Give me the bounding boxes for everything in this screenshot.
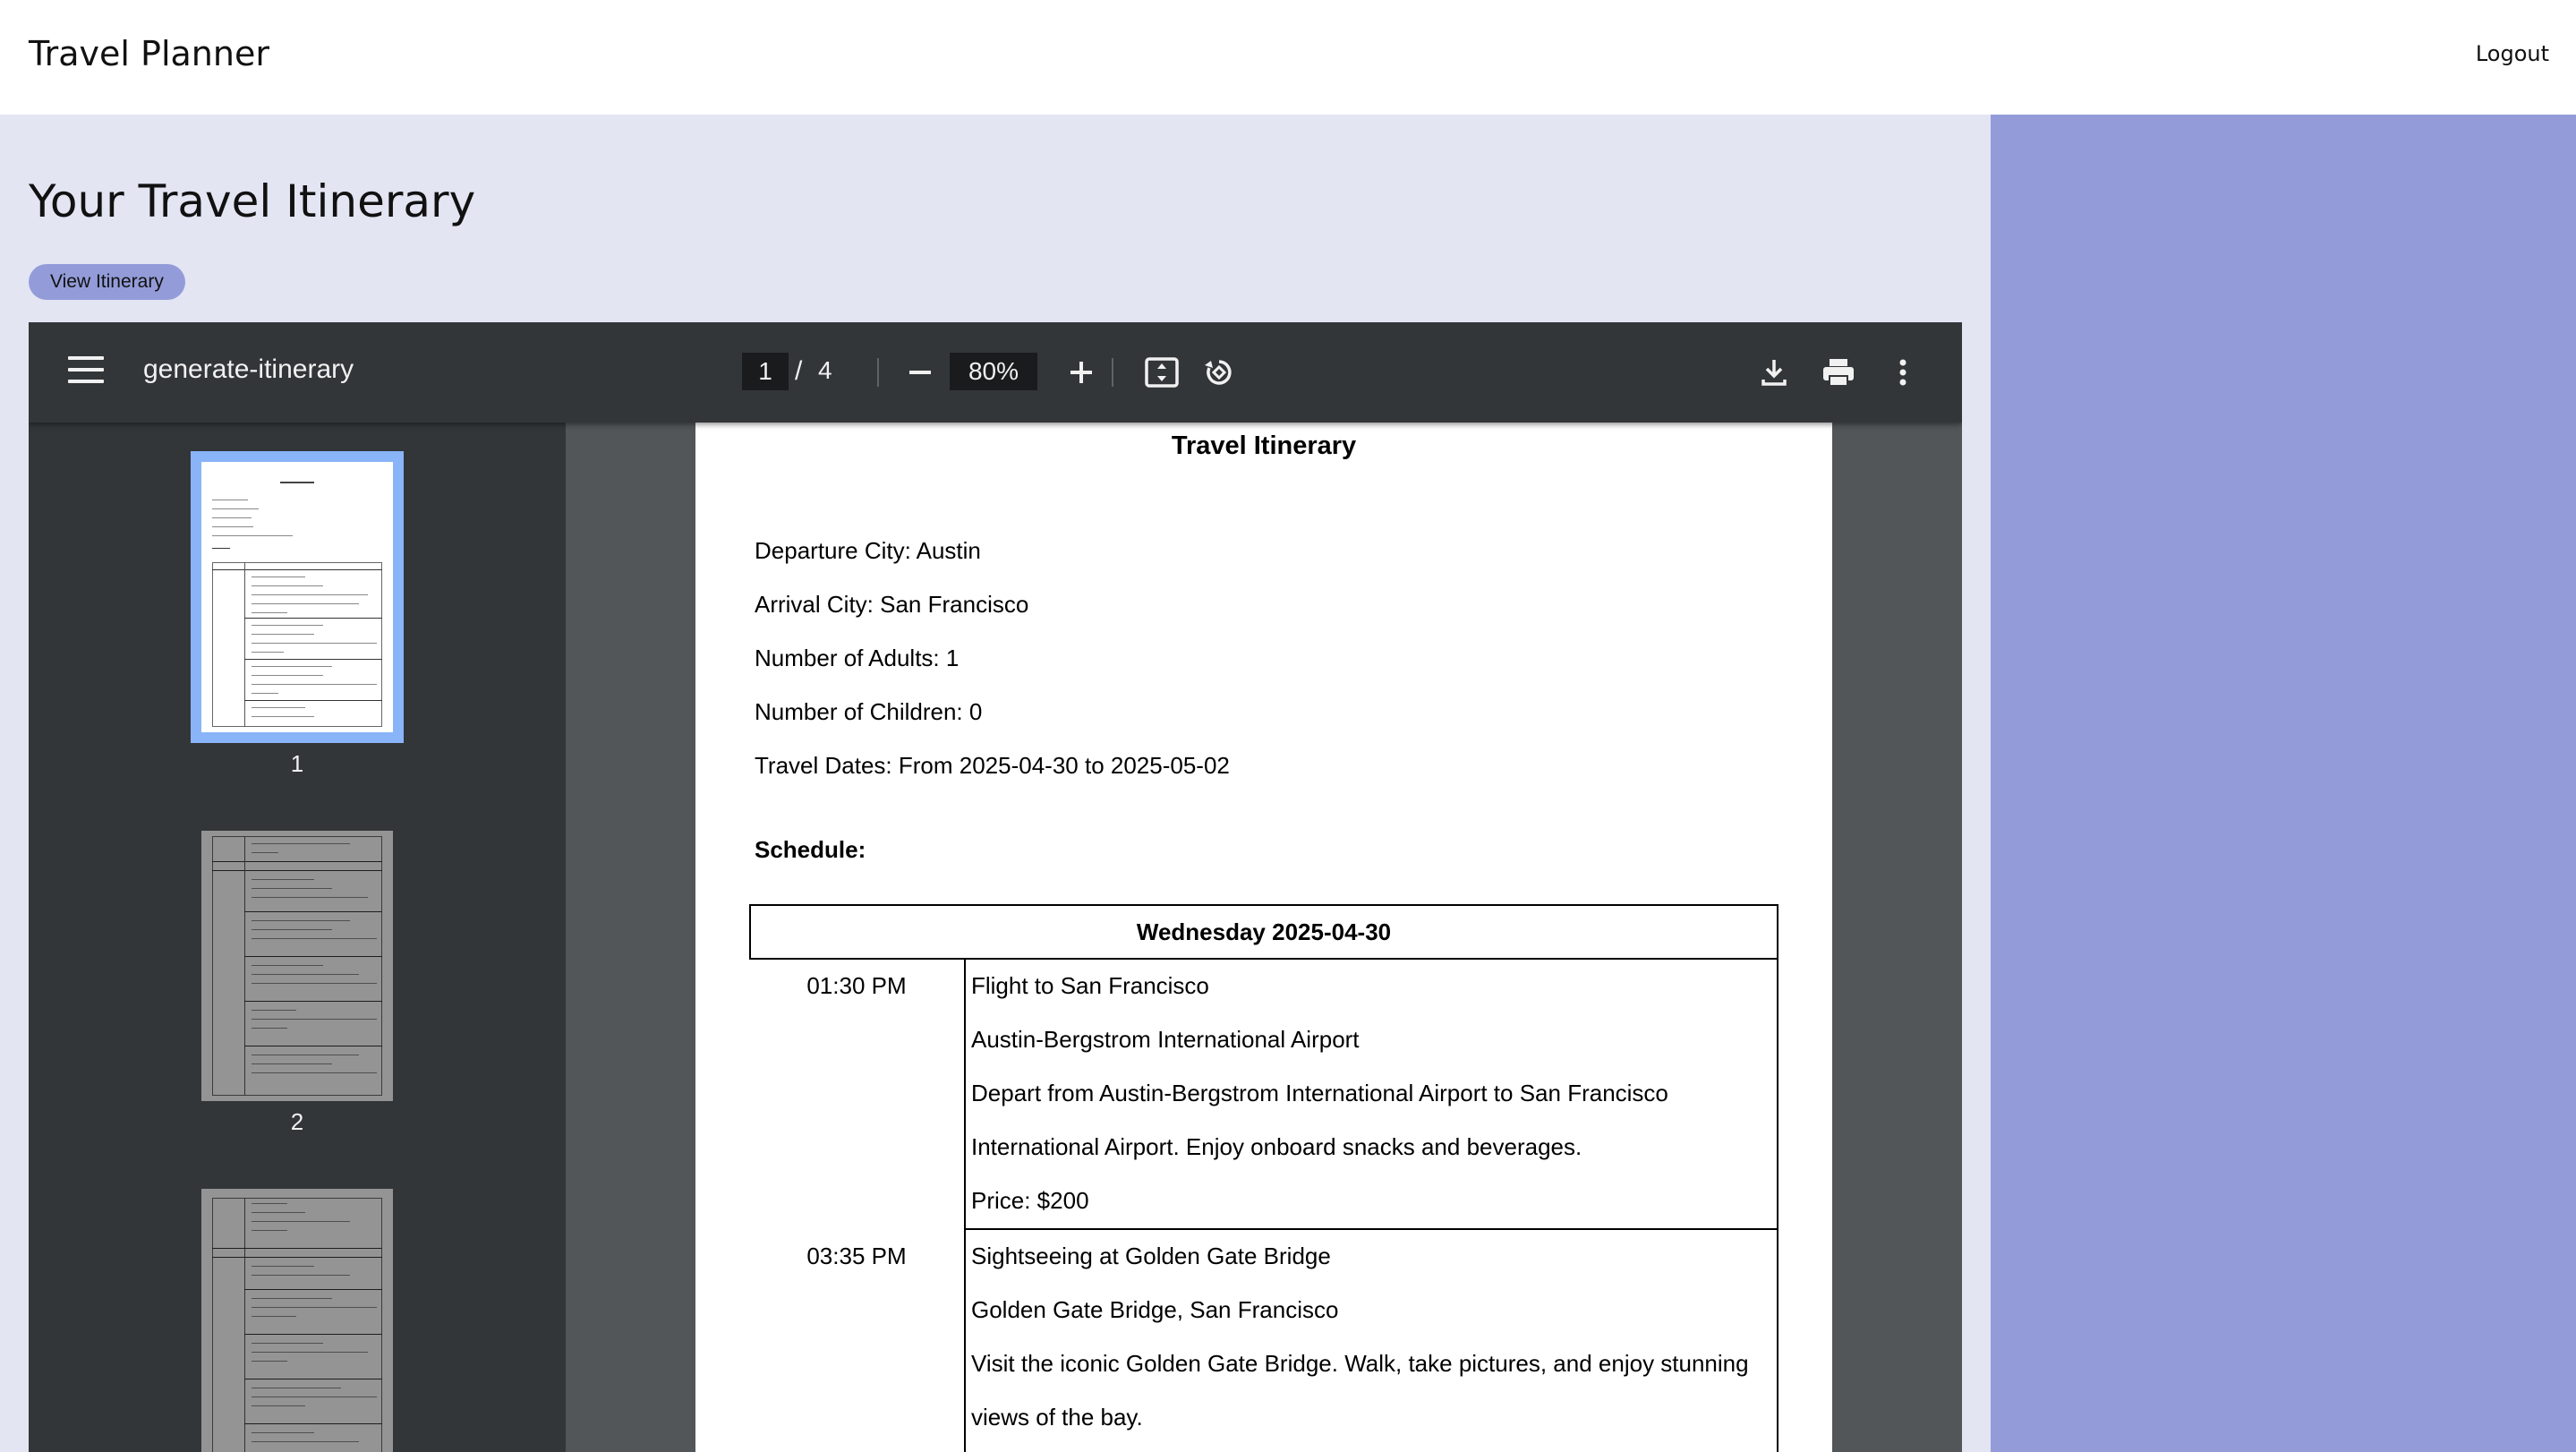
page-thumbnail[interactable]: [201, 831, 393, 1101]
zoom-out-icon[interactable]: [899, 351, 942, 394]
zoom-in-icon[interactable]: [1060, 351, 1103, 394]
thumbnail-page-number: 1: [290, 750, 304, 777]
activity-time: 01:30 PM: [806, 972, 907, 999]
activity-description: International Airport. Enjoy onboard sna…: [971, 1133, 1582, 1160]
toolbar-divider: [877, 358, 879, 387]
rotate-icon[interactable]: [1196, 349, 1242, 396]
page-title: Your Travel Itinerary: [29, 175, 476, 227]
departure-city: Departure City: Austin: [755, 537, 981, 564]
toolbar-divider: [1112, 358, 1113, 387]
logout-link[interactable]: Logout: [2476, 41, 2549, 66]
page-separator: /: [795, 356, 803, 386]
schedule-heading: Schedule:: [755, 836, 866, 863]
activity-description: views of the bay.: [971, 1404, 1143, 1431]
zoom-level-input[interactable]: 80%: [950, 353, 1037, 390]
table-divider: [964, 958, 966, 1452]
activity-time: 03:35 PM: [806, 1243, 907, 1269]
fit-to-page-icon[interactable]: [1139, 349, 1185, 396]
page-total: 4: [818, 356, 832, 384]
day-heading: Wednesday 2025-04-30: [749, 904, 1778, 960]
top-navbar: Travel Planner Logout: [0, 0, 2576, 115]
pdf-filename: generate-itinerary: [143, 354, 354, 384]
document-title: Travel Itinerary: [1171, 431, 1357, 460]
more-options-icon[interactable]: [1880, 349, 1926, 396]
thumbnail-page-number: 2: [290, 1108, 304, 1135]
download-icon[interactable]: [1751, 349, 1797, 396]
pdf-viewer: generate-itinerary 1 / 4 80% 1 2 Travel …: [29, 322, 1962, 1452]
page-thumbnail[interactable]: [201, 1189, 393, 1452]
activity-price: Price: $200: [971, 1187, 1089, 1214]
activity-title: Sightseeing at Golden Gate Bridge: [971, 1243, 1331, 1269]
menu-icon[interactable]: [68, 356, 104, 389]
app-brand[interactable]: Travel Planner: [29, 34, 269, 73]
activity-description: Visit the iconic Golden Gate Bridge. Wal…: [971, 1350, 1749, 1377]
travel-dates: Travel Dates: From 2025-04-30 to 2025-05…: [755, 752, 1230, 779]
print-icon[interactable]: [1815, 349, 1862, 396]
activity-location: Golden Gate Bridge, San Francisco: [971, 1296, 1339, 1323]
page-thumbnail[interactable]: [191, 451, 404, 743]
page-number-input[interactable]: 1: [742, 353, 789, 390]
number-of-children: Number of Children: 0: [755, 698, 983, 725]
arrival-city: Arrival City: San Francisco: [755, 591, 1029, 618]
right-side-panel: [1991, 115, 2576, 1452]
number-of-adults: Number of Adults: 1: [755, 645, 960, 671]
view-itinerary-button[interactable]: View Itinerary: [29, 264, 185, 300]
activity-location: Austin-Bergstrom International Airport: [971, 1026, 1360, 1053]
pdf-page: Travel Itinerary Departure City: Austin …: [695, 423, 1832, 1452]
thumbnail-sidebar: 1 2: [29, 423, 566, 1452]
activity-title: Flight to San Francisco: [971, 972, 1209, 999]
activity-description: Depart from Austin-Bergstrom Internation…: [971, 1080, 1668, 1106]
pdf-toolbar: generate-itinerary 1 / 4 80%: [29, 322, 1962, 423]
row-divider: [964, 1228, 1778, 1230]
table-border: [1777, 958, 1778, 1452]
